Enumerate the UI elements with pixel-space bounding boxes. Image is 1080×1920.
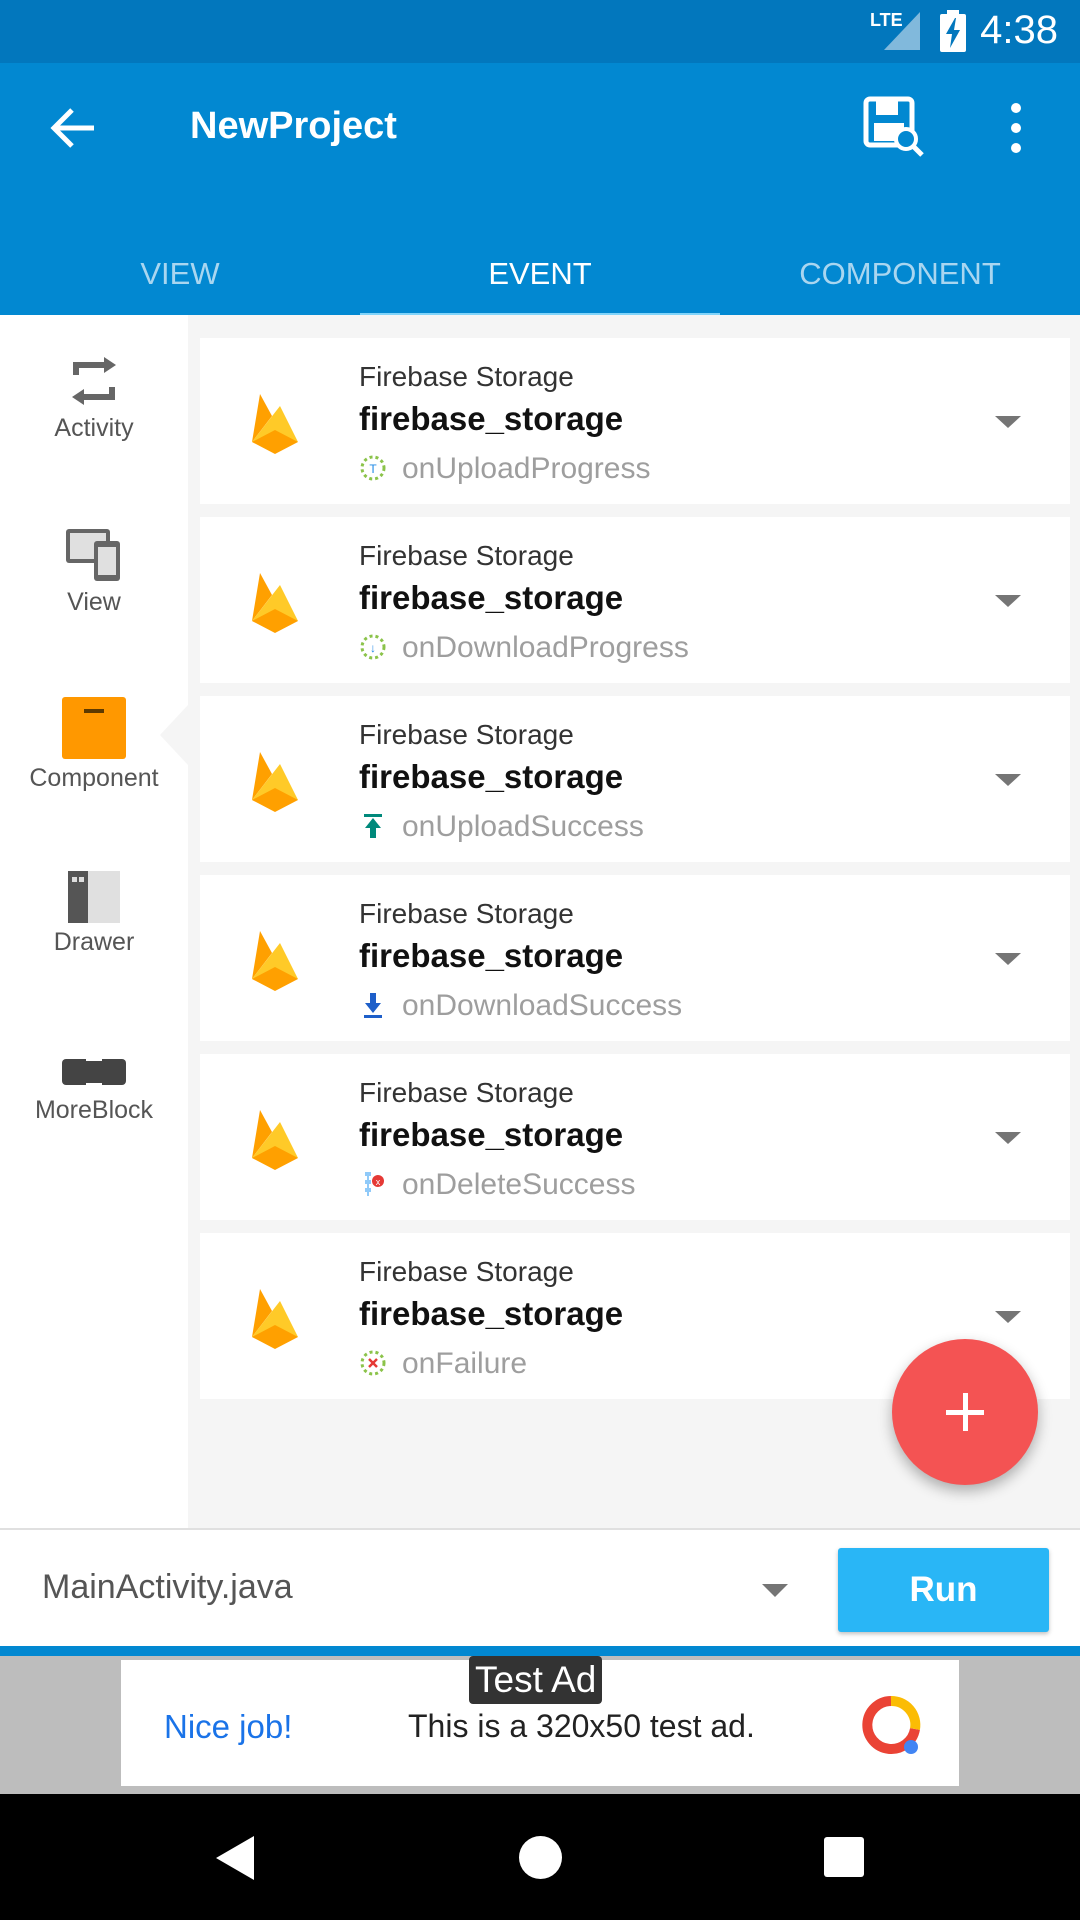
- file-selector[interactable]: MainActivity.java: [42, 1568, 293, 1607]
- dropdown-arrow-icon[interactable]: [995, 774, 1021, 786]
- project-title: NewProject: [190, 105, 397, 147]
- test-ad-label: Test Ad: [469, 1656, 603, 1704]
- tab-view[interactable]: VIEW: [0, 233, 360, 315]
- ad-banner: Nice job! This is a 320x50 test ad. Test…: [0, 1656, 1080, 1794]
- dropdown-arrow-icon[interactable]: [995, 595, 1021, 607]
- firebase-icon: [252, 573, 298, 633]
- more-vert-icon[interactable]: [996, 98, 1036, 158]
- component-name: firebase_storage: [359, 579, 624, 616]
- component-name: firebase_storage: [359, 758, 624, 795]
- svg-text:T: T: [369, 462, 377, 476]
- ad-nice-text: Nice job!: [164, 1708, 293, 1745]
- firebase-icon: [252, 1110, 298, 1170]
- event-card[interactable]: Firebase Storage firebase_storage onUplo…: [200, 696, 1070, 862]
- tab-component[interactable]: COMPONENT: [720, 233, 1080, 315]
- dropdown-arrow-icon[interactable]: [995, 953, 1021, 965]
- app-bar: NewProject VIEW EVENT COMPONENT: [0, 63, 1080, 320]
- event-type: Firebase Storage: [359, 1077, 574, 1108]
- firebase-icon: [252, 1289, 298, 1349]
- activity-icon: [72, 357, 116, 405]
- component-name: firebase_storage: [359, 937, 624, 974]
- bottom-bar: MainActivity.java Run: [0, 1528, 1080, 1648]
- download-success-icon: [364, 993, 382, 1018]
- sidebar-item-label: Activity: [54, 414, 134, 442]
- moreblock-icon: [62, 1055, 126, 1091]
- component-name: firebase_storage: [359, 400, 624, 437]
- event-card[interactable]: Firebase Storage firebase_storage ↓ onDo…: [200, 517, 1070, 683]
- dropdown-arrow-icon[interactable]: [995, 416, 1021, 428]
- save-icon[interactable]: [862, 95, 926, 159]
- add-event-fab[interactable]: [892, 1339, 1038, 1485]
- event-type: Firebase Storage: [359, 1256, 574, 1287]
- sidebar-item-drawer[interactable]: Drawer: [0, 871, 188, 957]
- event-card[interactable]: Firebase Storage firebase_storage x onDe…: [200, 1054, 1070, 1220]
- dropdown-arrow-icon[interactable]: [995, 1311, 1021, 1323]
- event-name: onDownloadSuccess: [402, 989, 683, 1022]
- nav-home-icon[interactable]: [519, 1836, 562, 1879]
- signal-icon: [884, 12, 920, 50]
- component-name: firebase_storage: [359, 1116, 624, 1153]
- sidebar: Activity View Component Drawer MoreBlock: [0, 315, 188, 1528]
- event-name: onUploadSuccess: [402, 810, 644, 843]
- upload-progress-icon: T: [360, 455, 386, 481]
- component-name: firebase_storage: [359, 1295, 624, 1332]
- event-card[interactable]: Firebase Storage firebase_storage onDown…: [200, 875, 1070, 1041]
- event-card[interactable]: Firebase Storage firebase_storage T onUp…: [200, 338, 1070, 504]
- run-button[interactable]: Run: [838, 1548, 1049, 1632]
- view-icon: [66, 529, 120, 581]
- event-name: onDownloadProgress: [402, 631, 689, 664]
- firebase-icon: [252, 394, 298, 454]
- status-bar: LTE 4:38: [0, 0, 1080, 63]
- event-type: Firebase Storage: [359, 719, 574, 750]
- drawer-icon: [68, 871, 120, 923]
- selection-pointer: [160, 705, 188, 765]
- sidebar-item-label: Component: [29, 764, 159, 792]
- sidebar-item-activity[interactable]: Activity: [0, 353, 188, 443]
- divider: [0, 1646, 1080, 1656]
- sidebar-item-label: MoreBlock: [34, 1096, 154, 1124]
- svg-text:x: x: [376, 1177, 381, 1187]
- svg-text:↓: ↓: [370, 641, 376, 655]
- sidebar-item-label: View: [67, 588, 121, 616]
- sidebar-item-moreblock[interactable]: MoreBlock: [0, 1055, 188, 1125]
- system-nav-bar: [0, 1794, 1080, 1920]
- event-name: onUploadProgress: [402, 452, 651, 485]
- tab-event[interactable]: EVENT: [360, 233, 720, 320]
- nav-recents-icon[interactable]: [824, 1837, 864, 1877]
- firebase-icon: [252, 931, 298, 991]
- tab-bar: VIEW EVENT COMPONENT: [0, 233, 1080, 320]
- component-icon: [62, 697, 126, 759]
- upload-success-icon: [364, 814, 382, 838]
- file-dropdown-icon[interactable]: [762, 1584, 788, 1597]
- sidebar-item-view[interactable]: View: [0, 525, 188, 617]
- nav-back-icon[interactable]: [216, 1836, 254, 1880]
- event-type: Firebase Storage: [359, 540, 574, 571]
- ad-body-text: This is a 320x50 test ad.: [408, 1708, 755, 1744]
- firebase-icon: [252, 752, 298, 812]
- battery-charging-icon: [940, 10, 966, 52]
- delete-success-icon: x: [365, 1172, 384, 1196]
- event-name: onFailure: [402, 1347, 528, 1380]
- ad-logo-icon: [862, 1695, 921, 1754]
- clock: 4:38: [980, 8, 1058, 52]
- sidebar-item-label: Drawer: [53, 928, 135, 956]
- download-progress-icon: ↓: [360, 634, 386, 660]
- dropdown-arrow-icon[interactable]: [995, 1132, 1021, 1144]
- failure-icon: [360, 1350, 386, 1376]
- back-arrow-icon[interactable]: [44, 98, 104, 158]
- event-type: Firebase Storage: [359, 361, 574, 392]
- event-type: Firebase Storage: [359, 898, 574, 929]
- event-name: onDeleteSuccess: [402, 1168, 636, 1201]
